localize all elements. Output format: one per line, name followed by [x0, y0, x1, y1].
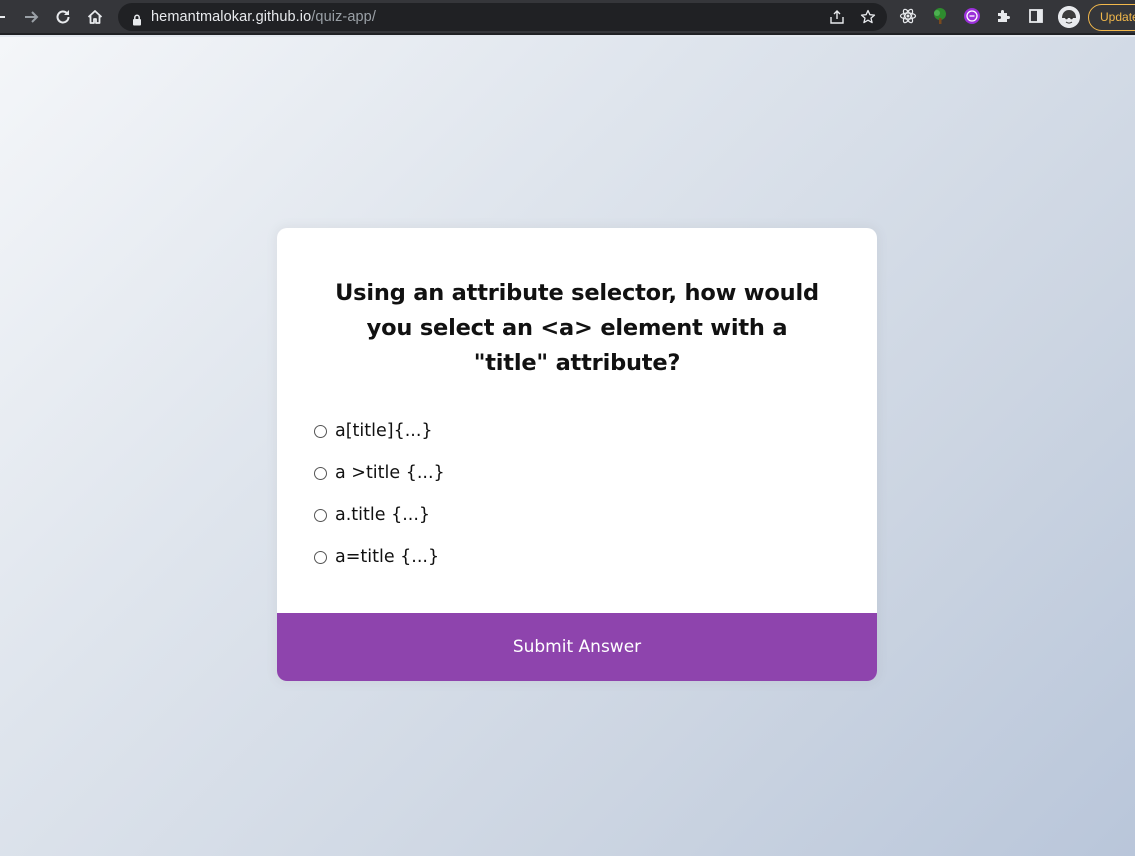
- submit-answer-button[interactable]: Submit Answer: [277, 613, 877, 681]
- answer-option[interactable]: a[title]{...}: [314, 410, 445, 452]
- back-icon[interactable]: [0, 6, 10, 28]
- answer-label[interactable]: a >title {...}: [335, 463, 445, 483]
- side-panel-icon[interactable]: [1026, 6, 1046, 26]
- url-path: /quiz-app/: [311, 9, 376, 25]
- url-domain: hemantmalokar.github.io: [151, 9, 312, 25]
- update-button[interactable]: Update: [1088, 4, 1135, 31]
- extensions-puzzle-icon[interactable]: [994, 6, 1014, 26]
- home-icon[interactable]: [84, 6, 106, 28]
- react-devtools-icon[interactable]: [898, 6, 918, 26]
- radio-button[interactable]: [314, 550, 327, 564]
- browser-toolbar: hemantmalokar.github.io/quiz-app/ Update: [0, 0, 1135, 35]
- answer-option[interactable]: a=title {...}: [314, 536, 445, 578]
- question-text: Using an attribute selector, how would y…: [335, 280, 819, 376]
- answer-label[interactable]: a=title {...}: [335, 547, 439, 567]
- profile-avatar[interactable]: [1058, 6, 1080, 28]
- url-text[interactable]: hemantmalokar.github.io/quiz-app/: [151, 9, 376, 25]
- answer-label[interactable]: a[title]{...}: [335, 421, 433, 441]
- answer-label[interactable]: a.title {...}: [335, 505, 430, 525]
- reload-icon[interactable]: [52, 6, 74, 28]
- radio-button[interactable]: [314, 508, 327, 522]
- answer-list: a[title]{...} a >title {...} a.title {..…: [314, 410, 445, 578]
- bookmark-star-icon[interactable]: [860, 9, 876, 25]
- tree-extension-icon[interactable]: [930, 6, 950, 26]
- radio-button[interactable]: [314, 424, 327, 438]
- share-icon[interactable]: [829, 9, 845, 25]
- radio-button[interactable]: [314, 466, 327, 480]
- purple-extension-icon[interactable]: [962, 6, 982, 26]
- quiz-card: Using an attribute selector, how would y…: [277, 228, 877, 681]
- answer-option[interactable]: a.title {...}: [314, 494, 445, 536]
- address-bar[interactable]: hemantmalokar.github.io/quiz-app/: [118, 3, 887, 31]
- answer-option[interactable]: a >title {...}: [314, 452, 445, 494]
- page-background: Using an attribute selector, how would y…: [0, 37, 1135, 856]
- lock-icon[interactable]: [131, 11, 143, 26]
- forward-icon[interactable]: [20, 6, 42, 28]
